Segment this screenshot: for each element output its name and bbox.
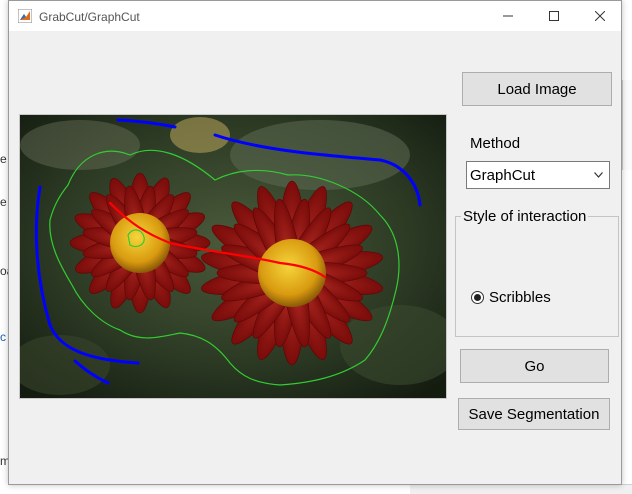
background-panel-edge (622, 80, 632, 170)
interaction-style-group (455, 216, 619, 337)
minimize-button[interactable] (485, 1, 531, 31)
matlab-icon (18, 9, 32, 23)
maximize-icon (549, 11, 559, 21)
close-icon (595, 11, 605, 21)
background-text-fragment: e (0, 152, 7, 166)
flower-image[interactable] (20, 115, 446, 398)
image-axes[interactable] (19, 114, 447, 399)
save-segmentation-button[interactable]: Save Segmentation (458, 398, 610, 430)
interaction-style-title: Style of interaction (461, 208, 589, 225)
scribbles-radio-label[interactable]: Scribbles (489, 289, 551, 306)
window-title: GrabCut/GraphCut (39, 10, 140, 24)
grabcut-window: GrabCut/GraphCut Load Image Method Graph… (8, 0, 622, 485)
chevron-down-icon[interactable] (588, 163, 608, 187)
radio-selected-dot (474, 294, 481, 301)
background-link-fragment: c (0, 330, 6, 344)
background-text-fragment: e (0, 195, 7, 209)
method-label: Method (470, 135, 521, 152)
method-dropdown[interactable]: GraphCut (466, 161, 610, 189)
go-button[interactable]: Go (460, 349, 609, 383)
left-flower (69, 172, 211, 314)
method-selected-value: GraphCut (470, 167, 536, 184)
minimize-icon (503, 15, 513, 17)
close-button[interactable] (577, 1, 623, 31)
load-image-button[interactable]: Load Image (462, 72, 612, 106)
title-bar[interactable]: GrabCut/GraphCut (9, 1, 621, 31)
scribbles-radio[interactable] (471, 291, 484, 304)
maximize-button[interactable] (531, 1, 577, 31)
